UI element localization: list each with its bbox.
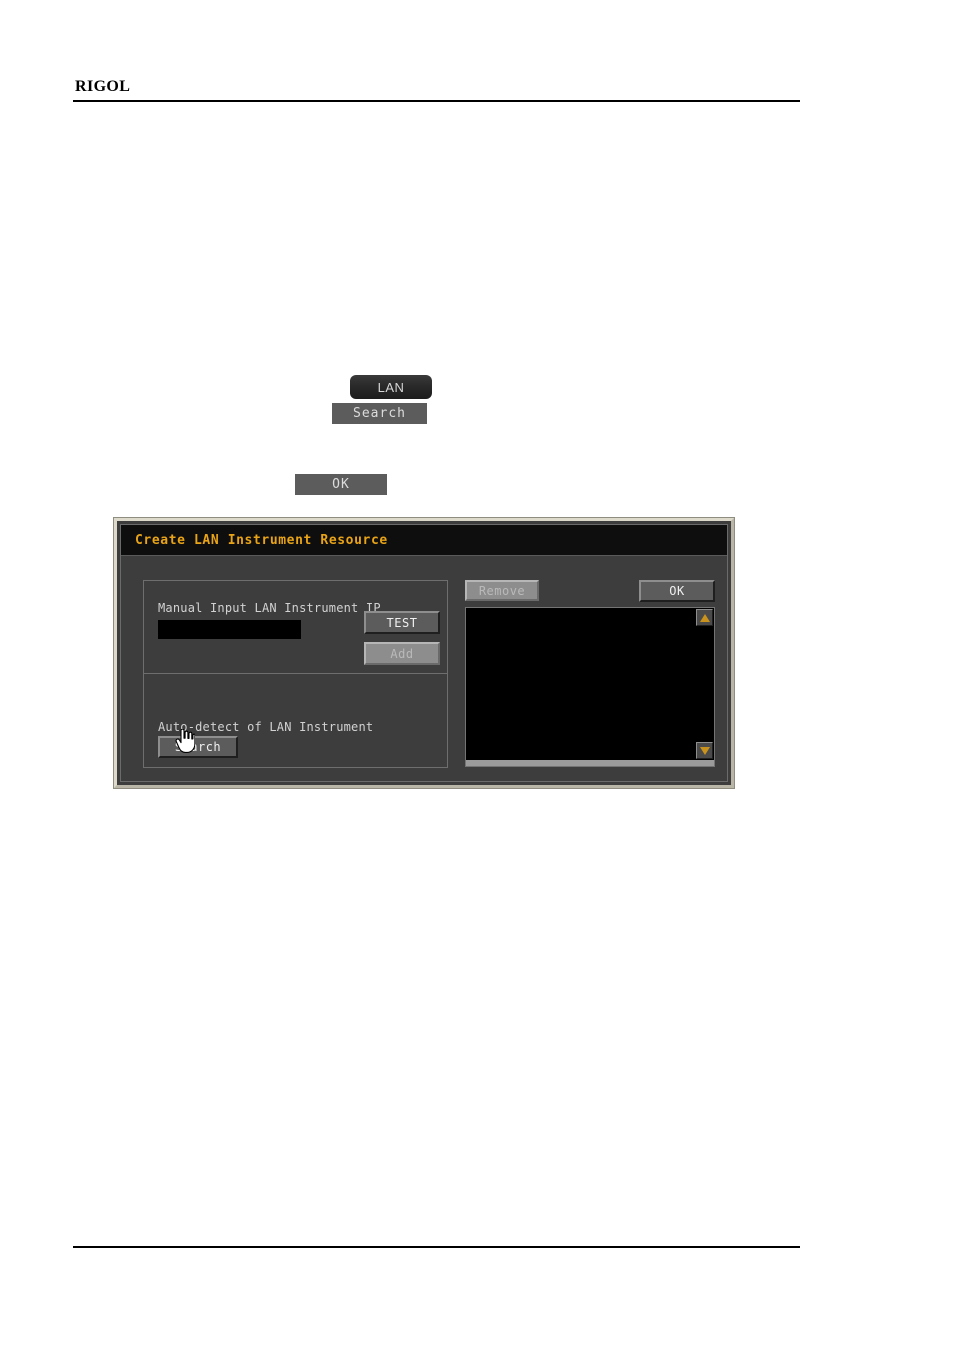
create-lan-instrument-resource-dialog: Create LAN Instrument Resource Manual In… bbox=[114, 518, 734, 788]
manual-input-label: Manual Input LAN Instrument IP bbox=[158, 601, 381, 615]
auto-detect-group: Auto-detect of LAN Instrument Search bbox=[143, 674, 448, 768]
add-button: Add bbox=[364, 642, 440, 665]
dialog-titlebar: Create LAN Instrument Resource bbox=[121, 525, 727, 556]
resource-listbox[interactable] bbox=[466, 608, 695, 760]
manual-input-group: Manual Input LAN Instrument IP TEST Add bbox=[143, 580, 448, 674]
scroll-up-button[interactable] bbox=[696, 609, 713, 626]
horizontal-scrollbar[interactable] bbox=[466, 760, 714, 766]
remove-button: Remove bbox=[465, 580, 539, 601]
triangle-up-icon bbox=[699, 613, 710, 622]
ip-address-input[interactable] bbox=[158, 620, 301, 639]
dialog-body: Manual Input LAN Instrument IP TEST Add … bbox=[121, 556, 727, 781]
dialog-inner-frame: Create LAN Instrument Resource Manual In… bbox=[120, 524, 728, 782]
ok-key-graphic: OK bbox=[295, 474, 387, 495]
left-column: Manual Input LAN Instrument IP TEST Add … bbox=[143, 580, 448, 768]
brand-logo: RIGOL bbox=[75, 78, 131, 95]
triangle-down-icon bbox=[699, 746, 710, 755]
test-button[interactable]: TEST bbox=[364, 611, 440, 634]
lan-key-graphic: LAN bbox=[350, 375, 432, 399]
footer-divider bbox=[73, 1246, 800, 1248]
search-key-graphic: Search bbox=[332, 403, 427, 424]
search-button[interactable]: Search bbox=[158, 736, 238, 758]
auto-detect-label: Auto-detect of LAN Instrument bbox=[158, 720, 374, 734]
ok-button[interactable]: OK bbox=[639, 580, 715, 602]
vertical-scrollbar[interactable] bbox=[695, 608, 714, 760]
header-divider bbox=[73, 100, 800, 102]
page-header: RIGOL bbox=[73, 78, 800, 102]
resource-listbox-wrapper bbox=[465, 607, 715, 767]
dialog-title: Create LAN Instrument Resource bbox=[135, 532, 388, 548]
scroll-down-button[interactable] bbox=[696, 742, 713, 759]
